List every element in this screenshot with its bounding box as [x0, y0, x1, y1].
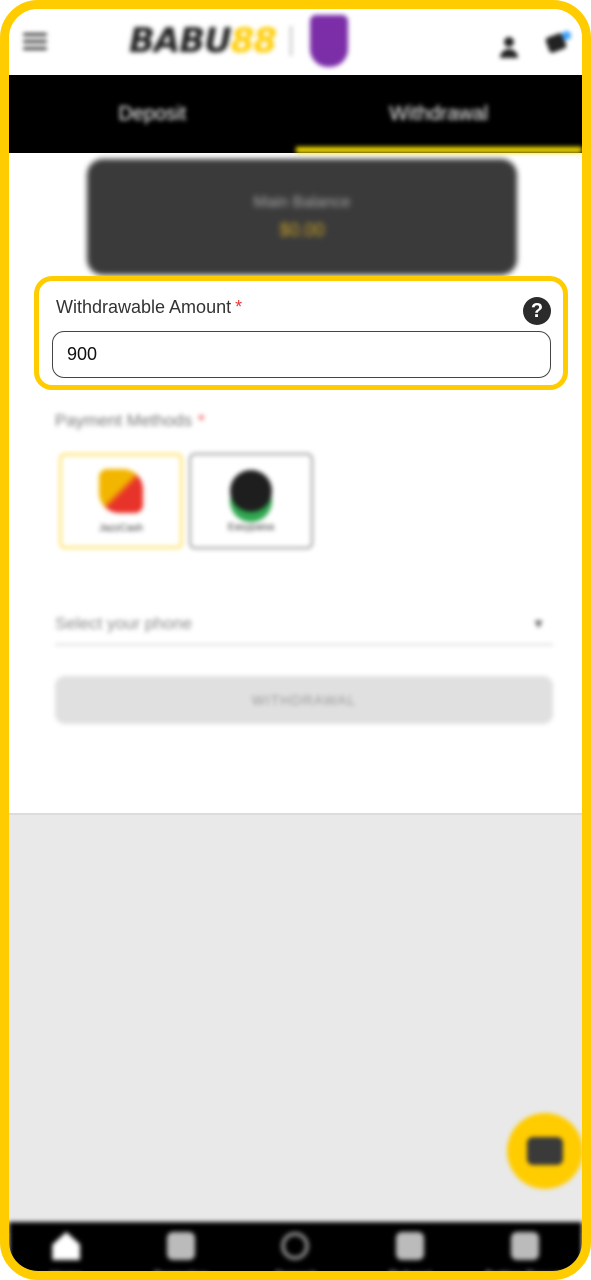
required-asterisk: * — [198, 411, 205, 430]
withdrawable-amount-input[interactable] — [52, 331, 551, 378]
nav-item-deposit[interactable]: Deposit — [238, 1222, 353, 1280]
withdrawable-amount-section: Withdrawable Amount * ? — [34, 276, 568, 390]
withdrawable-amount-label: Withdrawable Amount * — [56, 297, 242, 318]
share-icon — [396, 1232, 425, 1260]
logo-divider — [290, 26, 293, 56]
deposit-withdraw-tabs: Deposit Withdrawal — [9, 75, 582, 153]
brand-logo[interactable]: BABU 88 — [129, 15, 349, 67]
required-asterisk: * — [235, 297, 243, 317]
top-header: BABU 88 — [9, 9, 582, 75]
logo-text-primary: BABU — [129, 21, 232, 61]
tab-withdrawal[interactable]: Withdrawal — [295, 75, 583, 153]
logo-text-accent: 88 — [230, 21, 277, 61]
nav-item-promotion[interactable]: Promotion — [124, 1222, 239, 1280]
nav-label: Promotion — [153, 1268, 209, 1280]
payment-methods-label-text: Payment Methods — [55, 411, 193, 430]
notification-icon[interactable] — [544, 31, 571, 57]
tab-deposit[interactable]: Deposit — [9, 75, 296, 153]
nav-label: Referral — [388, 1268, 432, 1280]
nav-item-betting-record[interactable]: Betting Record — [467, 1222, 582, 1280]
payment-method-name: Easypaisa — [227, 521, 275, 533]
bottom-navigation: Home Promotion Deposit Referral Betting … — [9, 1222, 582, 1280]
deposit-icon — [281, 1232, 310, 1260]
nav-label: Home — [50, 1268, 83, 1280]
device-frame: BABU 88 Deposit Withdrawal Main Balance … — [0, 0, 591, 1280]
payment-methods-label: Payment Methods * — [55, 411, 205, 431]
balance-card: Main Balance $0.00 — [87, 159, 517, 275]
phone-select-dropdown[interactable]: Select your phone ▼ — [55, 603, 553, 645]
home-icon — [52, 1232, 81, 1260]
withdrawable-amount-label-text: Withdrawable Amount — [56, 297, 232, 317]
tag-icon — [166, 1232, 195, 1260]
nav-label: Deposit — [275, 1268, 316, 1280]
easypaisa-logo-icon — [230, 469, 272, 512]
nav-item-referral[interactable]: Referral — [353, 1222, 468, 1280]
nav-label: Betting Record — [484, 1268, 565, 1280]
chevron-down-icon: ▼ — [532, 616, 545, 631]
balance-label: Main Balance — [253, 193, 351, 211]
payment-method-easypaisa[interactable]: Easypaisa — [189, 453, 313, 549]
nav-item-home[interactable]: Home — [9, 1222, 124, 1280]
user-account-icon[interactable] — [499, 37, 519, 59]
question-circle-icon[interactable]: ? — [523, 297, 551, 325]
phone-select-placeholder: Select your phone — [55, 613, 193, 633]
record-icon — [510, 1232, 539, 1260]
chat-bubble-icon — [527, 1137, 563, 1165]
balance-value: $0.00 — [279, 219, 325, 240]
empty-content-area — [9, 813, 582, 1233]
payment-method-name: JazzCash — [99, 522, 143, 534]
withdrawal-submit-button[interactable]: WITHDRAWAL — [55, 676, 553, 724]
jazzcash-logo-icon — [99, 468, 143, 513]
payment-method-jazzcash[interactable]: JazzCash — [59, 453, 183, 549]
partner-badge-icon — [310, 15, 349, 67]
hamburger-menu-icon[interactable] — [23, 33, 47, 51]
live-chat-button[interactable] — [507, 1113, 582, 1189]
